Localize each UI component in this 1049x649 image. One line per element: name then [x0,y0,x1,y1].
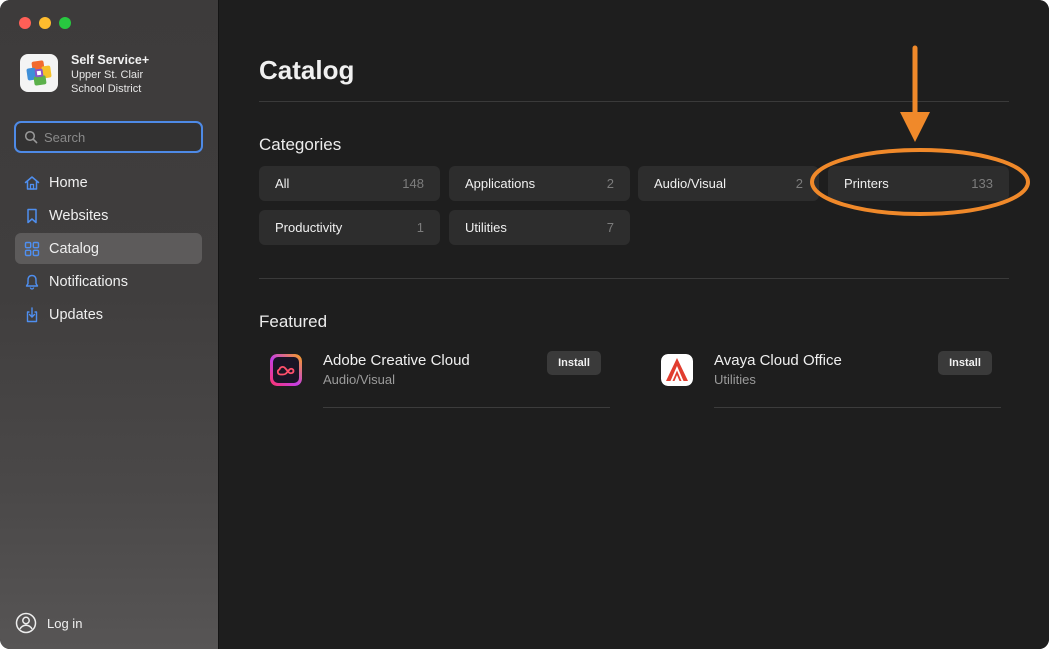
category-all[interactable]: All 148 [259,166,440,201]
app-name: Self Service+ [71,53,150,67]
home-icon [23,174,41,192]
category-count: 148 [402,176,424,191]
search-icon [24,130,38,144]
sidebar-item-label: Notifications [49,273,128,290]
organization-name-line2: School District [71,83,142,95]
close-window-button[interactable] [19,17,31,29]
bookmark-icon [23,207,41,225]
adobe-cc-icon [270,354,302,386]
avaya-icon [661,354,693,386]
item-divider [714,407,1001,408]
app-category: Utilities [714,372,756,387]
app-header: Self Service+ Upper St. Clair School Dis… [20,53,149,96]
window-controls [19,17,71,29]
minimize-window-button[interactable] [39,17,51,29]
app-name: Avaya Cloud Office [714,352,842,369]
login-button[interactable]: Log in [15,612,82,634]
category-applications[interactable]: Applications 2 [449,166,630,201]
category-count: 2 [606,176,614,191]
zoom-window-button[interactable] [59,17,71,29]
sidebar: Self Service+ Upper St. Clair School Dis… [0,0,219,649]
self-service-logo-icon [20,54,58,92]
category-label: Printers [844,176,889,191]
category-label: All [275,176,290,191]
category-label: Utilities [465,220,507,235]
categories-heading: Categories [259,135,342,154]
app-name: Adobe Creative Cloud [323,352,470,369]
main-content: Catalog Categories All 148 Applications … [220,0,1049,649]
page-title: Catalog [259,55,355,85]
sidebar-item-websites[interactable]: Websites [15,200,202,231]
category-audio-visual[interactable]: Audio/Visual 2 [638,166,819,201]
category-productivity[interactable]: Productivity 1 [259,210,440,245]
sidebar-item-label: Websites [49,207,109,224]
category-count: 7 [606,220,614,235]
category-label: Audio/Visual [654,176,727,191]
download-icon [23,306,41,324]
app-window: Self Service+ Upper St. Clair School Dis… [0,0,1049,649]
sidebar-item-notifications[interactable]: Notifications [15,266,202,297]
category-count: 133 [971,176,993,191]
category-count: 2 [795,176,803,191]
sidebar-nav: Home Websites Catalog Notifications Upda… [15,167,202,332]
category-count: 1 [416,220,424,235]
featured-item-avaya-cloud-office[interactable]: Avaya Cloud Office Utilities Install [650,350,1001,408]
section-divider [259,278,1009,279]
grid-icon [23,240,41,258]
organization-name-line1: Upper St. Clair [71,69,144,81]
sidebar-item-label: Catalog [49,240,99,257]
featured-heading: Featured [259,312,328,331]
app-category: Audio/Visual [323,372,396,387]
sidebar-item-catalog[interactable]: Catalog [15,233,202,264]
category-printers[interactable]: Printers 133 [828,166,1009,201]
install-button[interactable]: Install [547,351,601,375]
sidebar-item-updates[interactable]: Updates [15,299,202,330]
search-input[interactable] [44,129,194,145]
category-label: Productivity [275,220,343,235]
user-circle-icon [15,612,37,634]
category-label: Applications [465,176,536,191]
install-button[interactable]: Install [938,351,992,375]
title-divider [259,101,1009,102]
item-divider [323,407,610,408]
sidebar-item-label: Updates [49,306,104,323]
featured-item-adobe-creative-cloud[interactable]: Adobe Creative Cloud Audio/Visual Instal… [259,350,610,408]
sidebar-item-label: Home [49,174,88,191]
category-utilities[interactable]: Utilities 7 [449,210,630,245]
search-field[interactable] [14,121,203,153]
bell-icon [23,273,41,291]
sidebar-item-home[interactable]: Home [15,167,202,198]
login-label: Log in [47,615,83,631]
